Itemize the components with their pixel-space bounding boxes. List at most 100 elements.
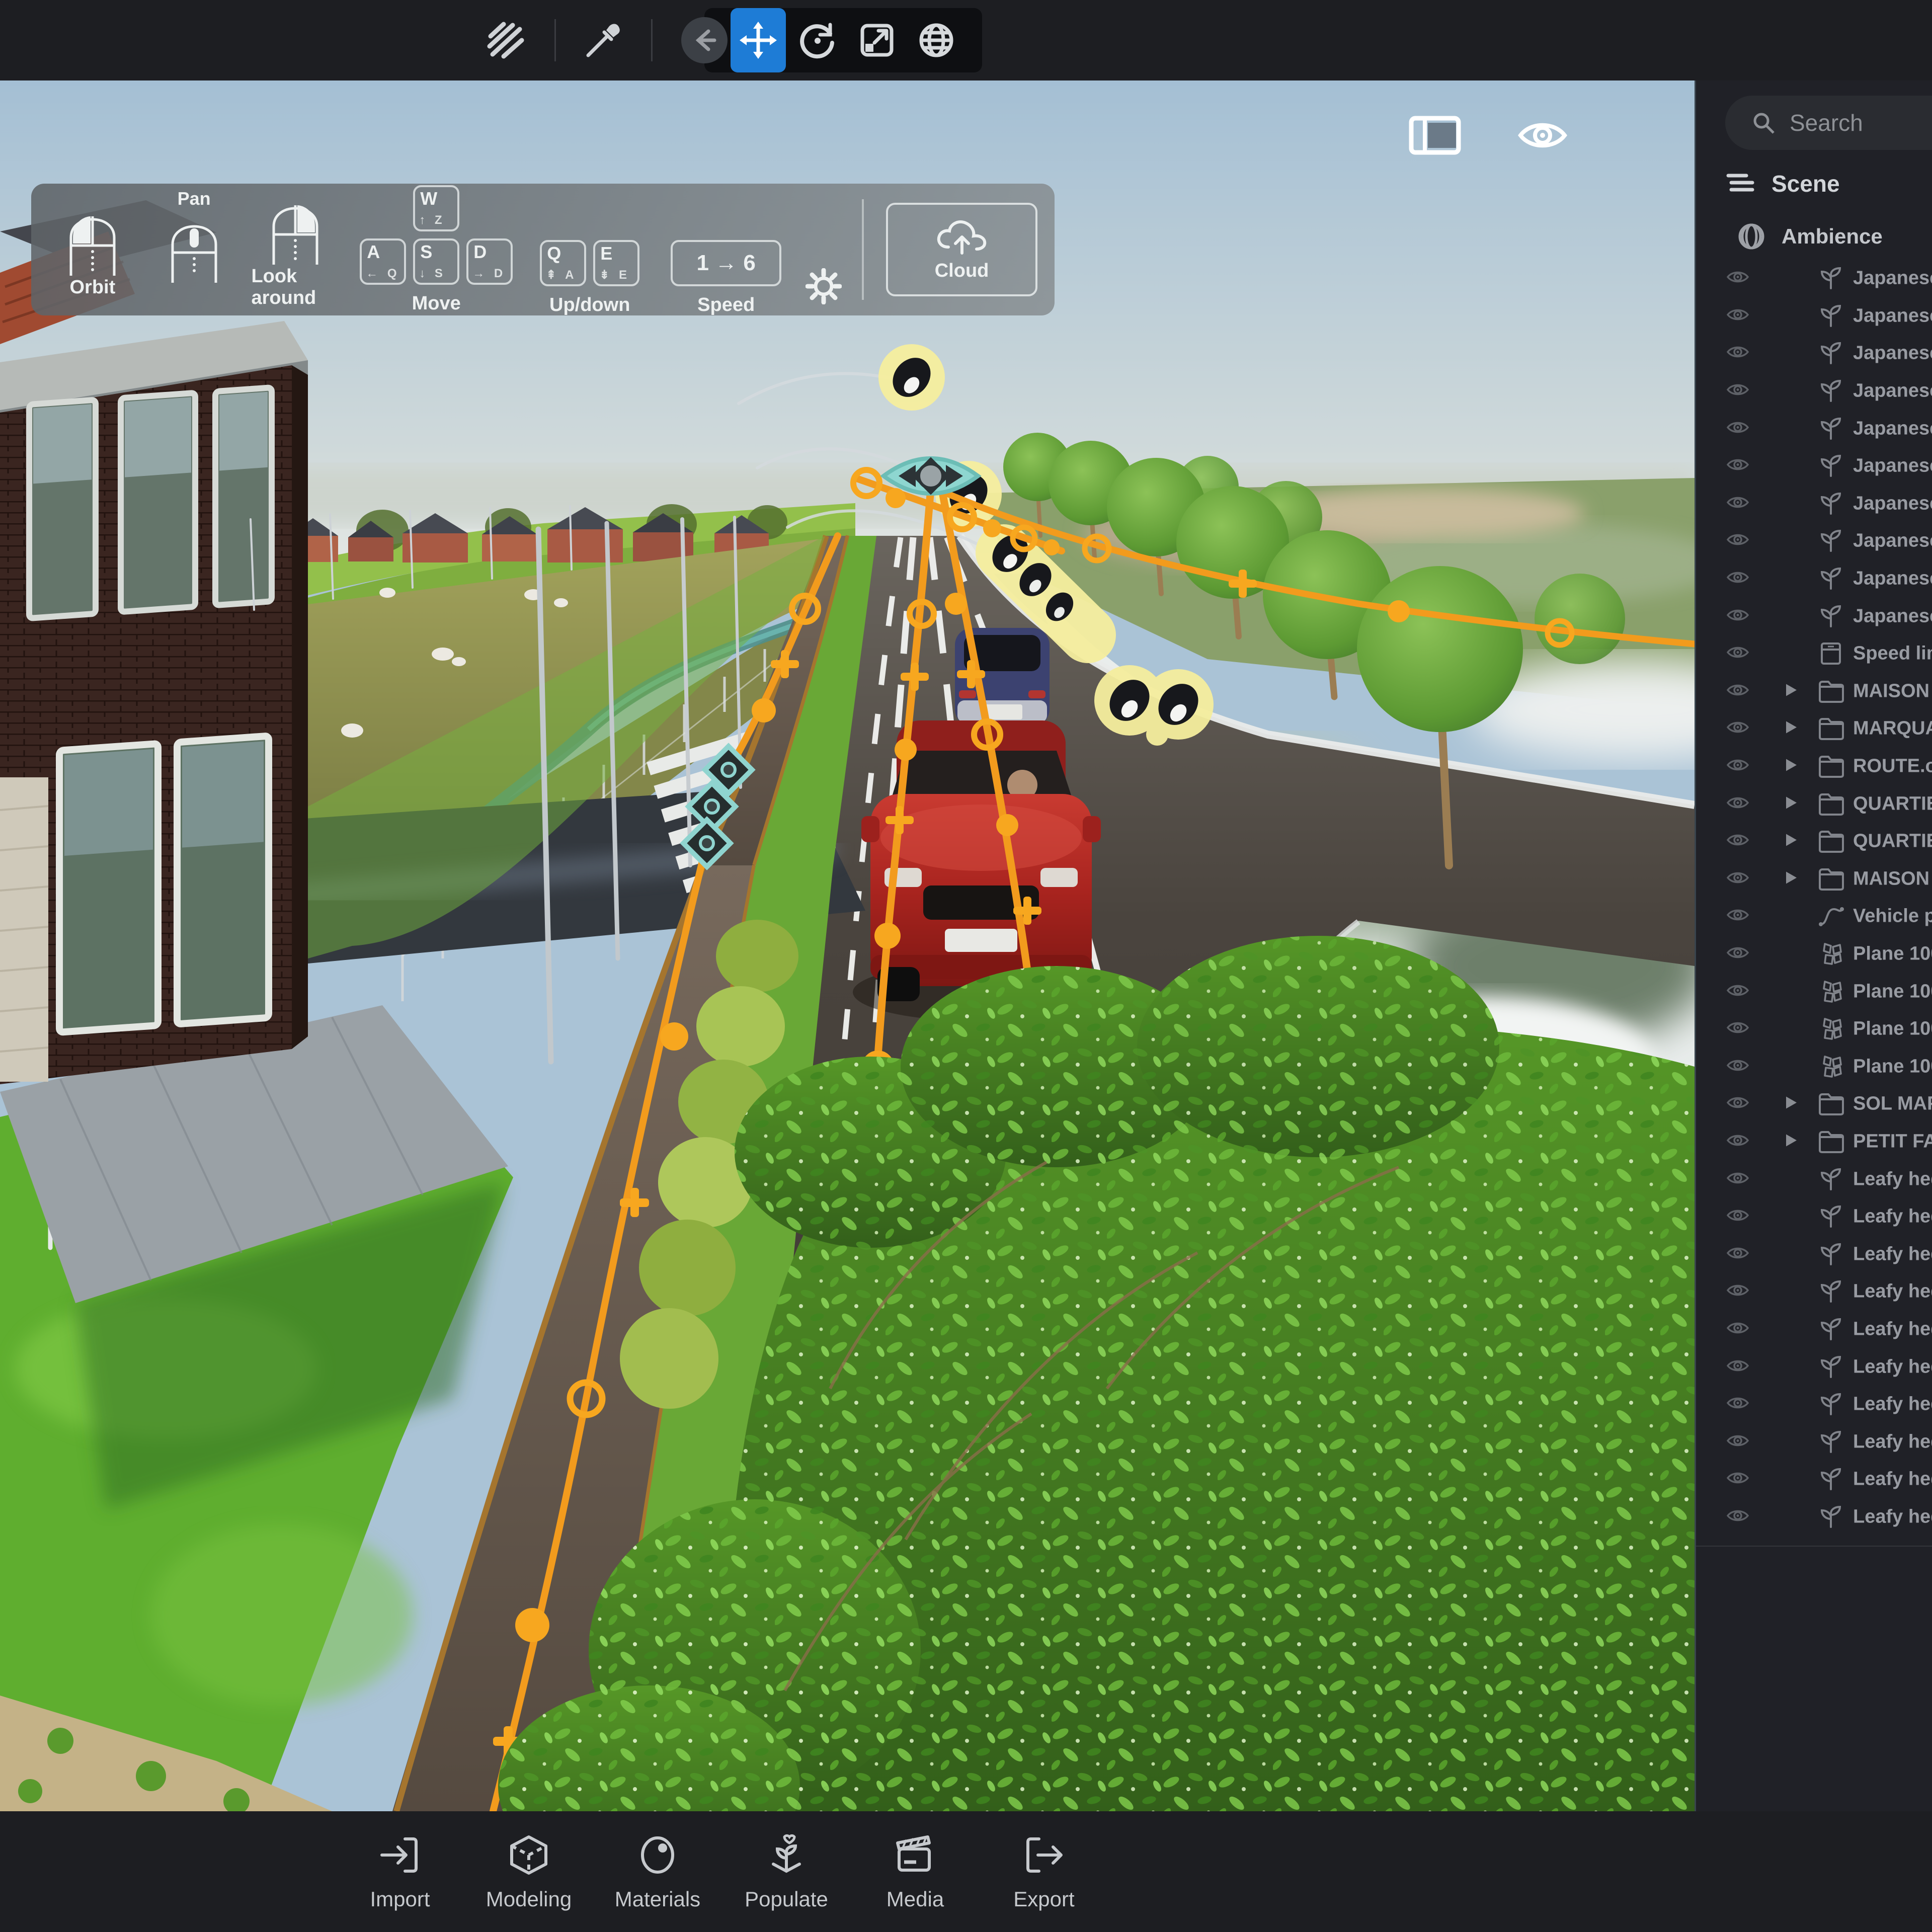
tree-row[interactable]: MAISON G bbox=[1696, 673, 1932, 710]
visibility-eye-icon[interactable] bbox=[1726, 532, 1749, 550]
tree-row[interactable]: Plane 100 bbox=[1696, 935, 1932, 973]
expand-chevron-icon[interactable] bbox=[1785, 720, 1798, 738]
tree-row[interactable]: QUARTIER bbox=[1696, 823, 1932, 860]
visibility-eye-icon[interactable] bbox=[1726, 1170, 1749, 1188]
visibility-eye-icon[interactable] bbox=[1726, 306, 1749, 325]
panel-layout-toggle-icon[interactable] bbox=[1409, 116, 1461, 157]
expand-chevron-icon[interactable] bbox=[1785, 795, 1798, 813]
expand-chevron-icon[interactable] bbox=[1785, 833, 1798, 850]
ambience-item[interactable]: Ambience bbox=[1737, 222, 1883, 251]
visibility-eye-icon[interactable] bbox=[1726, 645, 1749, 663]
visibility-eye-icon[interactable] bbox=[1726, 419, 1749, 438]
visibility-eye-icon[interactable] bbox=[1726, 1432, 1749, 1451]
tree-row[interactable]: Leafy hed bbox=[1696, 1311, 1932, 1348]
populate-button[interactable]: Populate bbox=[739, 1811, 834, 1932]
visibility-eye-icon[interactable] bbox=[1726, 1357, 1749, 1376]
tree-row[interactable]: Speed lim bbox=[1696, 635, 1932, 673]
visibility-eye-icon[interactable] bbox=[1726, 382, 1749, 400]
visibility-eye-icon[interactable] bbox=[1726, 269, 1749, 288]
visibility-eye-icon[interactable] bbox=[1726, 682, 1749, 700]
rotate-tool-button[interactable] bbox=[790, 8, 845, 72]
scale-tool-button[interactable] bbox=[849, 8, 905, 72]
tree-row[interactable]: Japanese bbox=[1696, 560, 1932, 598]
tree-row[interactable]: Japanese bbox=[1696, 447, 1932, 485]
layers-hatch-icon[interactable] bbox=[480, 15, 531, 65]
visibility-eye-icon[interactable] bbox=[1726, 607, 1749, 625]
visibility-eye-icon[interactable] bbox=[1726, 719, 1749, 738]
visibility-eye-icon[interactable] bbox=[1726, 570, 1749, 588]
tree-row[interactable]: Leafy hed bbox=[1696, 1235, 1932, 1273]
tree-row[interactable]: Japanese bbox=[1696, 522, 1932, 560]
modeling-button[interactable]: Modeling bbox=[481, 1811, 577, 1932]
visibility-eye-icon[interactable] bbox=[1726, 832, 1749, 851]
cloud-button[interactable]: Cloud bbox=[886, 203, 1037, 296]
tree-item-label: Japanese bbox=[1853, 305, 1932, 327]
tree-row[interactable]: PETIT FAU bbox=[1696, 1123, 1932, 1161]
visibility-eye-icon[interactable] bbox=[1726, 1470, 1749, 1489]
tree-row[interactable]: MARQUAG bbox=[1696, 710, 1932, 748]
tree-row[interactable]: Plane 100 bbox=[1696, 1010, 1932, 1048]
tree-row[interactable]: MAISON - bbox=[1696, 860, 1932, 898]
globe-icon[interactable] bbox=[909, 8, 964, 72]
tree-row[interactable]: Leafy hed bbox=[1696, 1348, 1932, 1386]
tree-row[interactable]: Japanese bbox=[1696, 297, 1932, 335]
tree-row[interactable]: Japanese bbox=[1696, 372, 1932, 410]
viewport-3d[interactable]: Orbit Pan . Look around bbox=[0, 80, 1695, 1811]
tree-row[interactable]: ROUTE.ob bbox=[1696, 748, 1932, 785]
back-button[interactable] bbox=[681, 17, 728, 63]
tree-row[interactable]: SOL MAP bbox=[1696, 1085, 1932, 1123]
visibility-eye-icon[interactable] bbox=[1726, 1507, 1749, 1526]
visibility-eye-icon[interactable] bbox=[1726, 907, 1749, 926]
orbit-label: Orbit bbox=[69, 277, 115, 298]
folder-icon bbox=[1818, 867, 1845, 891]
visibility-eye-icon[interactable] bbox=[1726, 794, 1749, 813]
tree-row[interactable]: QUARTIER bbox=[1696, 785, 1932, 823]
tree-row[interactable]: Leafy hed bbox=[1696, 1273, 1932, 1311]
tree-row[interactable]: Japanese bbox=[1696, 410, 1932, 447]
visibility-eye-icon[interactable] bbox=[1726, 944, 1749, 963]
tree-row[interactable]: Leafy hed bbox=[1696, 1198, 1932, 1236]
search-input[interactable]: Search bbox=[1725, 96, 1932, 150]
visibility-eye-icon[interactable] bbox=[1726, 1320, 1749, 1338]
visibility-eye-icon[interactable] bbox=[1726, 1095, 1749, 1113]
visibility-eye-icon[interactable] bbox=[1726, 1245, 1749, 1263]
tree-row[interactable]: Japanese bbox=[1696, 335, 1932, 372]
materials-button[interactable]: Materials bbox=[610, 1811, 705, 1932]
tree-row[interactable]: Japanese bbox=[1696, 597, 1932, 635]
tree-row[interactable]: Plane 100 bbox=[1696, 973, 1932, 1010]
visibility-eye-icon[interactable] bbox=[1726, 1395, 1749, 1414]
nav-settings-gear-icon[interactable] bbox=[806, 268, 842, 307]
media-button[interactable]: Media bbox=[867, 1811, 963, 1932]
visibility-eye-icon[interactable] bbox=[1726, 869, 1749, 888]
visibility-eye-icon[interactable] bbox=[1726, 1020, 1749, 1038]
expand-chevron-icon[interactable] bbox=[1785, 1133, 1798, 1150]
export-button[interactable]: Export bbox=[996, 1811, 1092, 1932]
tree-row[interactable]: Leafy hed bbox=[1696, 1386, 1932, 1423]
scene-header[interactable]: Scene bbox=[1726, 170, 1840, 197]
visibility-eye-icon[interactable] bbox=[1726, 457, 1749, 475]
tree-row[interactable]: Plane 100 bbox=[1696, 1048, 1932, 1085]
visibility-eye-icon[interactable] bbox=[1726, 982, 1749, 1001]
eye-view-icon[interactable] bbox=[1516, 116, 1569, 157]
tree-row[interactable]: Japanese bbox=[1696, 485, 1932, 523]
tree-row[interactable]: Leafy hed bbox=[1696, 1423, 1932, 1461]
eyedropper-icon[interactable] bbox=[578, 15, 628, 65]
move-tool-button[interactable] bbox=[731, 8, 786, 72]
visibility-eye-icon[interactable] bbox=[1726, 1057, 1749, 1076]
import-button[interactable]: Import bbox=[352, 1811, 448, 1932]
visibility-eye-icon[interactable] bbox=[1726, 1208, 1749, 1226]
expand-chevron-icon[interactable] bbox=[1785, 758, 1798, 775]
visibility-eye-icon[interactable] bbox=[1726, 344, 1749, 363]
tree-row[interactable]: Leafy hed bbox=[1696, 1498, 1932, 1536]
tree-row[interactable]: Leafy hed bbox=[1696, 1461, 1932, 1498]
visibility-eye-icon[interactable] bbox=[1726, 757, 1749, 776]
visibility-eye-icon[interactable] bbox=[1726, 1282, 1749, 1301]
tree-row[interactable]: Japanese bbox=[1696, 260, 1932, 297]
visibility-eye-icon[interactable] bbox=[1726, 494, 1749, 513]
expand-chevron-icon[interactable] bbox=[1785, 1095, 1798, 1113]
expand-chevron-icon[interactable] bbox=[1785, 682, 1798, 700]
tree-row[interactable]: Vehicle pa bbox=[1696, 898, 1932, 935]
expand-chevron-icon[interactable] bbox=[1785, 870, 1798, 888]
tree-row[interactable]: Leafy hed bbox=[1696, 1160, 1932, 1198]
visibility-eye-icon[interactable] bbox=[1726, 1132, 1749, 1151]
